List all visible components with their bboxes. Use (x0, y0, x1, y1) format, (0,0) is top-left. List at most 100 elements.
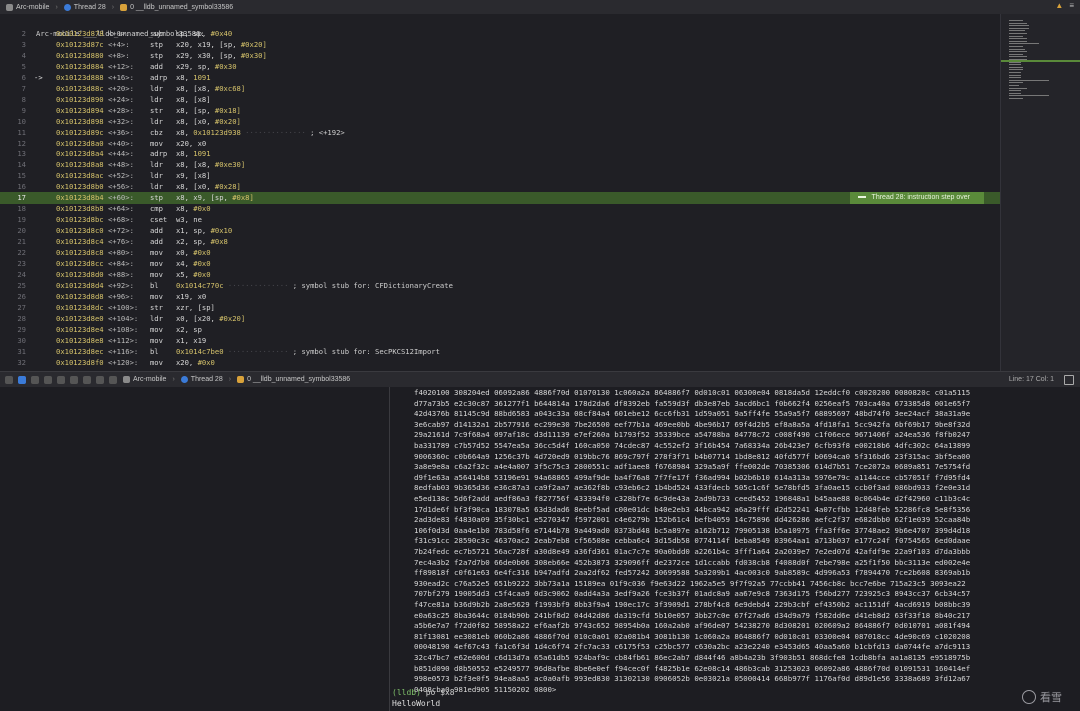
minimap-line (1009, 79, 1049, 81)
instruction-mnemonic: mov (149, 357, 163, 367)
minimap-line (1009, 38, 1027, 40)
hex-output-row: 707bf279 19005dd3 c5f4caa9 0d3c9062 0add… (414, 589, 971, 599)
view-hierarchy-icon[interactable] (83, 375, 91, 384)
instruction-address: 0x10123d87c (56, 39, 104, 49)
instruction-immediate: #0xe30] (214, 160, 246, 170)
chevron-right-icon: › (172, 376, 175, 383)
hex-output-row: 3e6cab97 d14132a1 2b577916 ec299e30 7be2… (414, 419, 971, 429)
instruction-operands: x8, [x0, (175, 116, 215, 126)
chevron-right-icon: › (228, 376, 232, 383)
minimap-line (1009, 95, 1049, 97)
debug-crumb-app[interactable]: Arc-mobile (123, 376, 166, 383)
breakpoints-icon[interactable] (18, 375, 26, 384)
location-icon[interactable] (109, 375, 117, 384)
crumb-app[interactable]: Arc-mobile (6, 3, 49, 11)
instruction-operands: x8, x9, [sp, (175, 193, 233, 203)
editor-options-icon[interactable]: ≡ (1069, 1, 1074, 10)
minimap-line (1009, 64, 1021, 66)
instruction-immediate: #0x30 (214, 61, 237, 71)
instruction-operands: x8, [x8, (175, 160, 215, 170)
instruction-operands: sp, sp, (175, 29, 211, 38)
instruction-immediate: #0x28] (214, 182, 241, 192)
minimap-line (1009, 30, 1025, 32)
lldb-console[interactable]: f4020100 308204ed 06092a86 4886f70d 0107… (390, 387, 1080, 711)
instruction-immediate: #0x0 (193, 248, 211, 257)
instruction-address: 0x10123d898 (56, 116, 104, 126)
continue-icon[interactable] (31, 375, 39, 384)
instruction-immediate: #0x0 (193, 258, 211, 268)
disasm-line[interactable]: 32 0x10123d8f0 <+120>: mov x20, #0x0 (0, 357, 1000, 369)
instruction-operands: x2, sp, (175, 237, 211, 247)
step-over-icon[interactable] (44, 375, 52, 384)
minimap-line (1009, 46, 1023, 47)
instruction-operands: x19, x0 (175, 291, 207, 301)
instruction-operands: xzr, [sp] (175, 302, 215, 312)
instruction-operands: x8, [x8, (175, 83, 215, 93)
debug-crumb-thread[interactable]: Thread 28 (180, 376, 223, 383)
hide-debug-area-icon[interactable] (5, 375, 13, 384)
instruction-operands: x20, x0 (175, 138, 207, 148)
instruction-operands: w3, ne (175, 215, 202, 225)
app-icon (123, 376, 130, 383)
step-into-icon[interactable] (57, 375, 65, 384)
instruction-address: 0x10123d8a8 (56, 160, 104, 170)
step-out-icon[interactable] (70, 375, 78, 384)
line-number: 32 (17, 357, 26, 367)
instruction-comment: ; symbol stub for: SecPKCS12Import (292, 346, 440, 356)
instruction-address: 0x10123d88c (56, 83, 104, 93)
instruction-immediate: #0x20] (240, 39, 267, 49)
hex-output-row: 998e0573 b2f3e0f5 94ea8aa5 ac0a0afb 993e… (414, 674, 971, 684)
minimap-line (1009, 27, 1029, 29)
instruction-immediate: #0x10 (210, 226, 233, 236)
crumb-frame[interactable]: 0 __lldb_unnamed_symbol33586 (120, 3, 233, 11)
instruction: 0x10123d8f0 <+120>: mov x20, #0x0 (56, 357, 215, 369)
hex-output-row: 7b24fedc ec7b5721 56ac728f a30d8e49 a36f… (414, 547, 971, 556)
thread-icon (63, 3, 71, 11)
minimap-line (1009, 77, 1021, 79)
instruction-address: 0x10123d880 (56, 50, 104, 60)
hex-output-row: 106f0d3d 0aa4e1b0 783d58f6 e7144b78 9a44… (414, 525, 971, 535)
minimap[interactable] (1000, 14, 1080, 371)
warning-icon[interactable]: ▲ (1055, 1, 1063, 10)
instruction-address: 0x10123d8bc (56, 215, 104, 225)
memory-graph-icon[interactable] (96, 375, 104, 384)
instruction-address: 0x10123d8c8 (56, 248, 104, 257)
hex-output-row: a5b6e7a7 f72d0f82 58958a22 ef6aaf2b 9743… (414, 621, 971, 631)
variables-view[interactable] (0, 387, 390, 711)
debug-bar: Arc-mobile › Thread 28 › 0 __lldb_unname… (0, 371, 1080, 388)
instruction-immediate: #0x8] (232, 193, 254, 203)
instruction-operands: x20, (175, 357, 198, 367)
debug-crumb-frame[interactable]: 0 __lldb_unnamed_symbol33586 (237, 376, 350, 383)
chevron-right-icon: › (111, 3, 115, 11)
instruction-address: 0x10123d8a0 (56, 138, 104, 148)
instruction-operands: x0, (175, 248, 194, 257)
minimap-line (1009, 43, 1039, 45)
instruction-address: 0x10123d8b0 (56, 182, 104, 192)
toggle-console-icon[interactable] (1064, 374, 1074, 385)
instruction-address: 0x10123d8dc (56, 302, 104, 312)
instruction-operands: x1, x19 (175, 335, 207, 345)
badge-label: Thread 28: instruction step over (871, 194, 970, 202)
instruction-address: 0x10123d894 (56, 105, 104, 115)
instruction-immediate: #0x20] (214, 116, 241, 126)
minimap-line (1009, 56, 1027, 58)
crumb-thread[interactable]: Thread 28 (63, 3, 106, 11)
instruction-operands: x2, sp (175, 324, 202, 334)
instruction-immediate: 1091 (193, 72, 211, 82)
minimap-line (1009, 92, 1021, 94)
instruction-immediate: #0x0 (193, 204, 211, 214)
instruction-operands: x29, x30, [sp, (175, 50, 241, 60)
instruction-immediate: 0x1014c7be0 (175, 346, 224, 356)
minimap-line (1009, 90, 1021, 92)
instruction-address: 0x10123d8ec (56, 346, 104, 356)
chevron-right-icon: › (55, 3, 58, 11)
instruction-operands: x8, [x0, (175, 182, 215, 192)
instruction-offset: <+120>: (107, 357, 139, 367)
disassembly-editor[interactable]: Arc-mobile`___lldb_unnamed_symbol33586: … (0, 14, 1000, 371)
hex-output-row: 8edfab03 9b365d36 e36c87a3 ca9f2aa7 ae36… (414, 483, 971, 493)
hex-output-row: f47ce81a b36d9b2b 2a8e5629 f1993bf9 8bb3… (414, 600, 971, 609)
minimap-line (1009, 40, 1027, 42)
minimap-line (1009, 85, 1019, 86)
instruction-address: 0x10123d8d4 (56, 280, 104, 290)
hex-output-row: 7ec4a3b2 f2a7d7b0 66de0b06 308eb66e 452b… (414, 557, 971, 567)
